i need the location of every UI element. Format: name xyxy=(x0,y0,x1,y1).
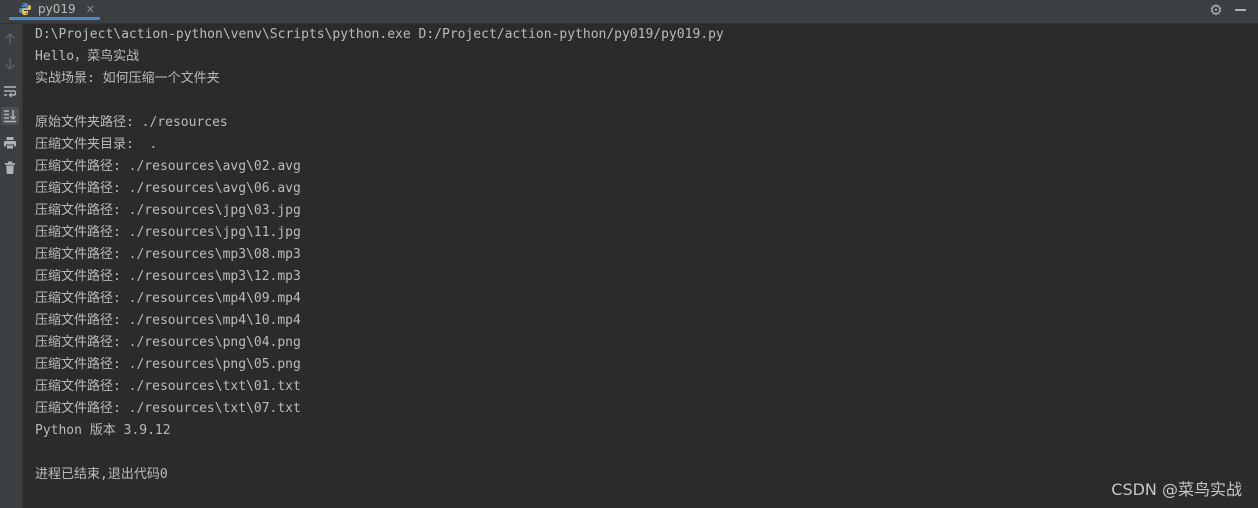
arrow-up-icon[interactable] xyxy=(1,30,19,48)
console-line: 压缩文件路径: ./resources\mp3\08.mp3 xyxy=(35,247,301,262)
close-icon[interactable]: ✕ xyxy=(86,3,95,17)
run-tab-bar: py019 ✕ ⚙ xyxy=(0,0,1258,24)
console-line: 压缩文件路径: ./resources\png\05.png xyxy=(35,357,301,372)
console-line: 压缩文件路径: ./resources\mp4\09.mp4 xyxy=(35,291,301,306)
scroll-to-end-icon[interactable] xyxy=(1,107,19,125)
python-icon xyxy=(18,2,32,16)
arrow-down-icon[interactable] xyxy=(1,55,19,73)
console-line: D:\Project\action-python\venv\Scripts\py… xyxy=(35,27,724,42)
console-line: 原始文件夹路径: ./resources xyxy=(35,115,228,130)
console-line: 实战场景: 如何压缩一个文件夹 xyxy=(35,71,220,86)
minimize-bar xyxy=(1235,9,1246,11)
console-output[interactable]: D:\Project\action-python\venv\Scripts\py… xyxy=(35,24,1248,486)
console-line: 压缩文件夹目录: . xyxy=(35,137,158,152)
console-line: 进程已结束,退出代码0 xyxy=(35,467,168,482)
console-line: 压缩文件路径: ./resources\avg\02.avg xyxy=(35,159,301,174)
run-window: py019 ✕ ⚙ D:\Project\action-python\venv\… xyxy=(0,0,1258,508)
console-line: 压缩文件路径: ./resources\jpg\03.jpg xyxy=(35,203,301,218)
trash-icon[interactable] xyxy=(1,159,19,177)
print-icon[interactable] xyxy=(1,134,19,152)
console-line: 压缩文件路径: ./resources\avg\06.avg xyxy=(35,181,301,196)
console-line: 压缩文件路径: ./resources\mp4\10.mp4 xyxy=(35,313,301,328)
console-line: Python 版本 3.9.12 xyxy=(35,423,171,438)
tab-label: py019 xyxy=(38,1,76,16)
tab-py019[interactable]: py019 ✕ xyxy=(9,0,100,20)
minimize-icon[interactable] xyxy=(1233,2,1249,18)
console-line: 压缩文件路径: ./resources\mp3\12.mp3 xyxy=(35,269,301,284)
console-toolbar xyxy=(0,24,23,508)
console-line: 压缩文件路径: ./resources\jpg\11.jpg xyxy=(35,225,301,240)
console-line: 压缩文件路径: ./resources\txt\07.txt xyxy=(35,401,301,416)
gear-icon[interactable]: ⚙ xyxy=(1208,2,1224,18)
soft-wrap-icon[interactable] xyxy=(1,82,19,100)
watermark: CSDN @菜鸟实战 xyxy=(1111,480,1242,499)
console-line: 压缩文件路径: ./resources\png\04.png xyxy=(35,335,301,350)
console-line: Hello，菜鸟实战 xyxy=(35,49,140,64)
console-line: 压缩文件路径: ./resources\txt\01.txt xyxy=(35,379,301,394)
